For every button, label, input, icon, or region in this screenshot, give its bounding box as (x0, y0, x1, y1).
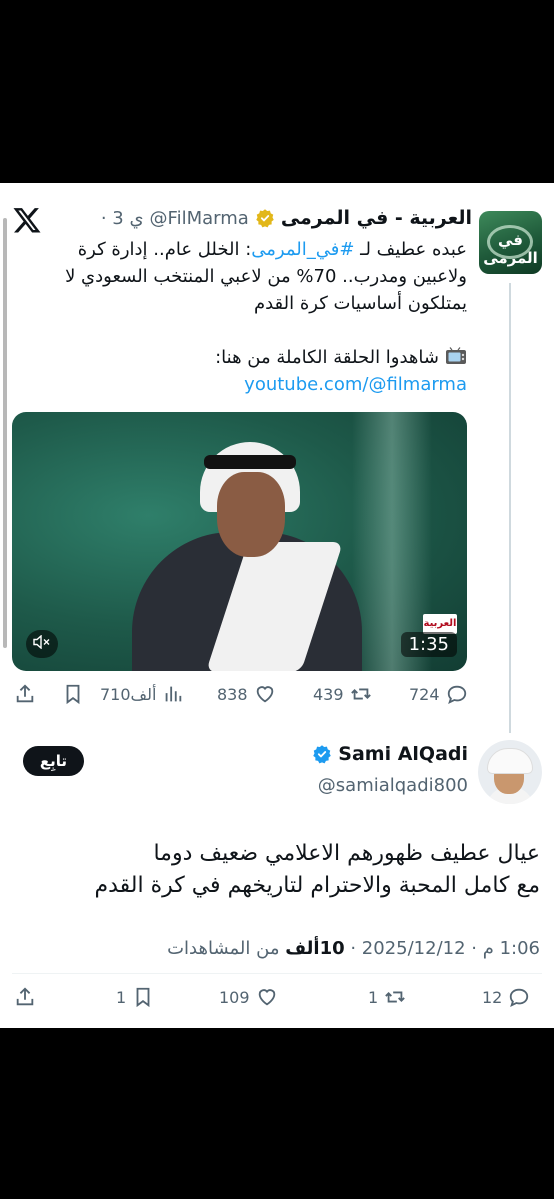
author-handle[interactable]: @samialqadi800 (318, 775, 468, 796)
main-tweet-actions: 1 109 1 12 (0, 984, 554, 1014)
video-person-face (217, 472, 285, 557)
video-duration: 1:35 (400, 632, 457, 657)
main-reply-count: 12 (482, 987, 503, 1007)
youtube-link[interactable]: youtube.com/@filmarma (27, 371, 467, 398)
tweet-views-count: 10ألف (285, 938, 345, 959)
filmarma-avatar[interactable]: في المرمى (479, 211, 542, 274)
main-bookmark-count: 1 (116, 987, 127, 1007)
tweet-body: عيال عطيف ظهورهم الاعلامي ضعيف دوما مع ك… (20, 838, 540, 902)
bookmark-icon (136, 987, 150, 1008)
main-retweet-count: 1 (368, 987, 379, 1007)
views-chart-icon (166, 686, 182, 702)
bookmark-icon (66, 684, 80, 705)
bottom-black-bar (0, 1028, 554, 1199)
main-share-button[interactable] (14, 986, 36, 1008)
speaker-muted-icon[interactable] (26, 630, 58, 658)
television-icon (446, 347, 466, 364)
views-count: 710ألف (100, 684, 157, 704)
tweet-views-label: من المشاهدات (167, 938, 286, 959)
tweet-body-line-2: مع كامل المحبة والاحترام لتاريخهم في كرة… (94, 873, 540, 898)
video-person-agal (204, 455, 296, 469)
main-bookmark-button[interactable]: 1 (116, 986, 154, 1008)
retweet-button[interactable]: 439 (313, 683, 372, 705)
main-like-count: 109 (219, 987, 250, 1007)
main-like-button[interactable]: 109 (219, 986, 278, 1008)
quoted-tweet-header: العربية - في المرمى @FilMarma · 3 ي (101, 205, 472, 231)
x-logo-icon[interactable] (12, 205, 42, 235)
avatar-headdress-shape (487, 748, 533, 774)
reply-button[interactable]: 724 (409, 683, 468, 705)
like-button[interactable]: 838 (217, 683, 276, 705)
author-name-line: Sami AlQadi (312, 743, 468, 765)
quoted-time: · 3 ي (100, 207, 144, 229)
bookmark-button[interactable] (62, 683, 84, 705)
heart-icon (258, 989, 275, 1006)
quoted-text-start: عبده عطيف لـ (354, 239, 467, 260)
like-count: 838 (217, 684, 248, 704)
quoted-tweet-text: عبده عطيف لـ #في_المرمى: الخلل عام.. إدا… (27, 236, 467, 317)
verified-blue-badge-icon (313, 745, 332, 764)
divider (12, 973, 542, 974)
video-player[interactable]: العربية 1:35 (12, 412, 467, 671)
heart-icon (256, 686, 273, 703)
tweet-meta: 1:06 م · 2025/12/12 · 10ألف من المشاهدات (167, 938, 540, 959)
quoted-handle[interactable]: @FilMarma (150, 208, 249, 229)
quoted-tweet-watch: شاهدوا الحلقة الكاملة من هنا: youtube.co… (27, 344, 467, 398)
share-icon (16, 987, 34, 1006)
quoted-tweet-actions: 710ألف 838 439 724 (0, 681, 554, 711)
views-button[interactable]: 710ألف (100, 683, 184, 705)
watch-text: شاهدوا الحلقة الكاملة من هنا: (215, 347, 439, 368)
verified-gold-badge-icon (256, 209, 274, 228)
tweet-timestamp[interactable]: 1:06 م · 2025/12/12 · (345, 938, 540, 959)
reply-bubble-icon (447, 685, 466, 705)
sami-avatar[interactable] (478, 740, 542, 804)
follow-button[interactable]: تابِع (23, 746, 84, 776)
tweet-detail-card: في المرمى العربية - في المرمى @FilMarma … (0, 183, 554, 1028)
scrollbar-thumb[interactable] (3, 218, 7, 648)
main-reply-button[interactable]: 12 (482, 986, 530, 1008)
channel-logo: العربية (423, 614, 457, 634)
main-retweet-button[interactable]: 1 (368, 986, 406, 1008)
retweet-icon (350, 688, 371, 700)
retweet-icon (385, 991, 406, 1003)
top-black-bar (0, 0, 554, 183)
author-name[interactable]: Sami AlQadi (338, 743, 468, 765)
share-icon (16, 684, 34, 703)
retweet-count: 439 (313, 684, 344, 704)
thread-connector-line (509, 283, 511, 733)
share-button[interactable] (14, 683, 36, 705)
reply-bubble-icon (510, 988, 529, 1008)
reply-count: 724 (409, 684, 440, 704)
hashtag-link[interactable]: #في_المرمى (251, 239, 354, 260)
tweet-body-line-1: عيال عطيف ظهورهم الاعلامي ضعيف دوما (153, 841, 540, 866)
avatar-logo-text: في المرمى (483, 231, 538, 267)
quoted-account-name[interactable]: العربية - في المرمى (281, 207, 472, 229)
